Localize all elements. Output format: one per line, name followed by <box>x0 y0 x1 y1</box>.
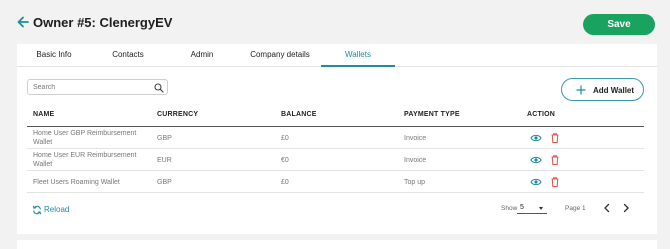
column-header-currency[interactable]: CURRENCY <box>157 111 198 118</box>
cell-payment-type: Invoice <box>404 157 427 164</box>
delete-trash-icon[interactable] <box>549 154 561 166</box>
lower-card <box>17 240 657 249</box>
page-indicator: Page 1 <box>565 205 586 212</box>
cell-name: Home User EUR Reimbursement Wallet <box>33 152 137 168</box>
cell-balance: €0 <box>281 157 289 164</box>
page-title: Owner #5: ClenergyEV <box>33 15 173 30</box>
back-arrow-icon[interactable] <box>16 15 30 29</box>
chevron-right-icon[interactable] <box>621 203 631 213</box>
rows-per-page-select[interactable]: 5 <box>517 202 547 214</box>
cell-name: Fleet Users Roaming Wallet <box>33 179 120 186</box>
caret-down-icon <box>539 207 543 210</box>
add-wallet-label: Add Wallet <box>593 86 635 95</box>
cell-name: Home User GBP Reimbursement Wallet <box>33 130 137 146</box>
search-icon[interactable] <box>154 83 164 93</box>
table-row: Fleet Users Roaming Wallet GBP £0 Top up <box>27 171 644 193</box>
tab-admin[interactable]: Admin <box>165 44 239 67</box>
view-eye-icon[interactable] <box>530 176 542 188</box>
column-header-balance[interactable]: BALANCE <box>281 111 317 118</box>
tab-contacts[interactable]: Contacts <box>91 44 165 67</box>
page-header: Owner #5: ClenergyEV Save <box>0 0 670 44</box>
cell-balance: £0 <box>281 179 289 186</box>
add-wallet-button[interactable]: Add Wallet <box>561 78 644 101</box>
wallets-card: Basic Info Contacts Admin Company detail… <box>17 44 657 234</box>
column-header-name[interactable]: NAME <box>33 111 54 118</box>
column-header-action: ACTION <box>527 111 556 118</box>
tab-company-details[interactable]: Company details <box>239 44 321 67</box>
cell-payment-type: Invoice <box>404 135 427 142</box>
view-eye-icon[interactable] <box>530 132 542 144</box>
tab-wallets[interactable]: Wallets <box>321 44 395 67</box>
plus-icon <box>576 85 586 95</box>
search-box <box>27 79 168 95</box>
reload-label: Reload <box>44 205 70 214</box>
save-button[interactable]: Save <box>583 14 655 35</box>
rows-per-page-label: Show <box>501 205 518 212</box>
tab-basic-info[interactable]: Basic Info <box>17 44 91 67</box>
delete-trash-icon[interactable] <box>549 132 561 144</box>
rows-per-page-value: 5 <box>520 204 524 211</box>
column-header-payment-type[interactable]: PAYMENT TYPE <box>404 111 460 118</box>
chevron-left-icon[interactable] <box>602 203 612 213</box>
table-row: Home User EUR Reimbursement Wallet EUR €… <box>27 149 644 171</box>
refresh-icon <box>32 205 42 215</box>
view-eye-icon[interactable] <box>530 154 542 166</box>
cell-payment-type: Top up <box>404 179 426 186</box>
cell-currency: GBP <box>157 135 172 142</box>
cell-balance: £0 <box>281 135 289 142</box>
cell-currency: EUR <box>157 157 172 164</box>
cell-currency: GBP <box>157 179 172 186</box>
table-row: Home User GBP Reimbursement Wallet GBP £… <box>27 127 644 149</box>
search-input[interactable] <box>33 82 148 93</box>
tab-bar: Basic Info Contacts Admin Company detail… <box>17 44 657 67</box>
delete-trash-icon[interactable] <box>549 176 561 188</box>
